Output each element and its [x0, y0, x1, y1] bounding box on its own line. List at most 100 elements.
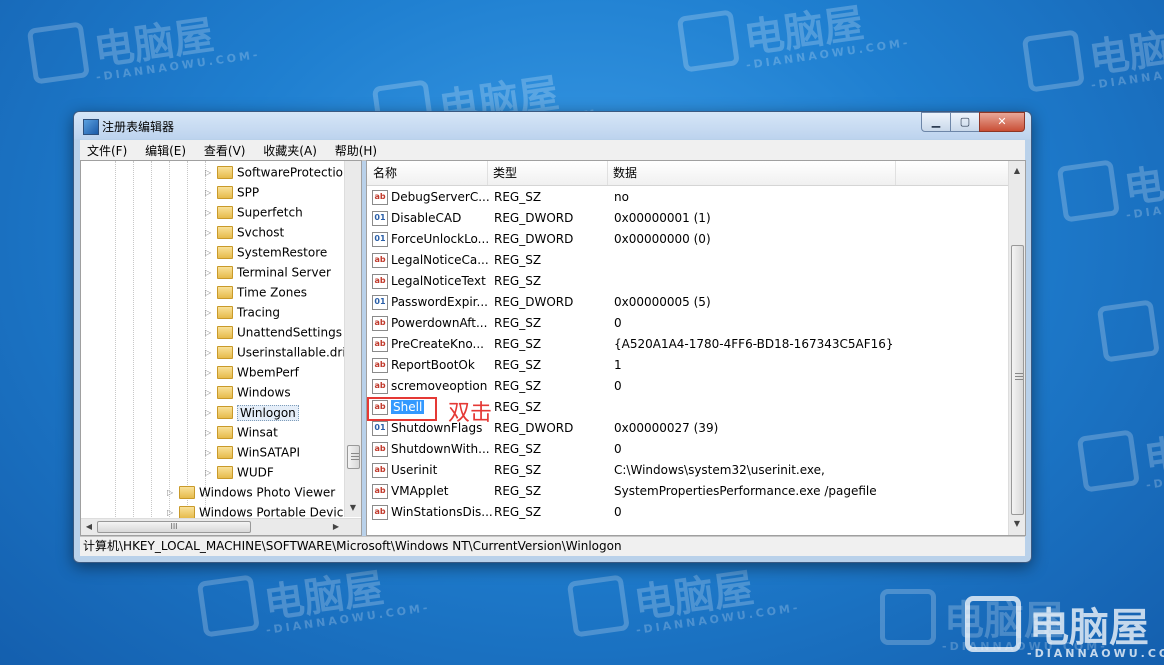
list-scroll-down-arrow[interactable]: ▼	[1010, 517, 1024, 531]
expand-arrow-icon[interactable]: ▷	[205, 264, 217, 282]
value-row[interactable]: ab scremoveoption REG_SZ 0	[367, 376, 1007, 397]
value-row[interactable]: ab PowerdownAft... REG_SZ 0	[367, 313, 1007, 334]
expand-arrow-icon[interactable]: ▷	[205, 204, 217, 222]
folder-icon	[217, 246, 233, 259]
tree-item[interactable]: ▷ UnattendSettings	[205, 323, 342, 341]
expand-arrow-icon[interactable]: ▷	[205, 364, 217, 382]
tree-item[interactable]: ▷ WbemPerf	[205, 363, 299, 381]
expand-arrow-icon[interactable]: ▷	[205, 444, 217, 462]
menu-file[interactable]: 文件(F)	[80, 140, 134, 161]
expand-arrow-icon[interactable]: ▷	[205, 464, 217, 482]
tree-scroll-thumb[interactable]	[347, 445, 360, 469]
expand-arrow-icon[interactable]: ▷	[205, 304, 217, 322]
folder-icon	[217, 166, 233, 179]
value-row[interactable]: 01 ForceUnlockLo... REG_DWORD 0x00000000 (0…	[367, 229, 1007, 250]
folder-icon	[217, 206, 233, 219]
value-name: ShutdownWith...	[391, 442, 490, 456]
expand-arrow-icon[interactable]: ▷	[205, 344, 217, 362]
tree-item[interactable]: ▷ Windows	[205, 383, 291, 401]
expand-arrow-icon[interactable]: ▷	[205, 164, 217, 182]
tree-item[interactable]: ▷ SystemRestore	[205, 243, 327, 261]
value-row[interactable]: ab PreCreateKno... REG_SZ {A520A1A4-1780-4F…	[367, 334, 1007, 355]
value-data: {A520A1A4-1780-4FF6-BD18-167343C5AF16}	[614, 337, 894, 351]
tree-item[interactable]: ▷ Winsat	[205, 423, 278, 441]
tree-item[interactable]: ▷ Terminal Server	[205, 263, 331, 281]
tree-item[interactable]: ▷ Svchost	[205, 223, 284, 241]
value-row[interactable]: 01 DisableCAD REG_DWORD 0x00000001 (1)	[367, 208, 1007, 229]
watermark-logo: 电脑屋-DIANNAOWU.COM-	[1021, 4, 1164, 100]
tree-item[interactable]: ▷ Winlogon	[205, 403, 299, 421]
tree-item[interactable]: ▷ Superfetch	[205, 203, 303, 221]
list-scroll-thumb[interactable]	[1011, 245, 1024, 515]
value-row[interactable]: ab ReportBootOk REG_SZ 1	[367, 355, 1007, 376]
tree-scroll-right-arrow[interactable]: ▶	[329, 520, 343, 534]
tree-item[interactable]: ▷ Userinstallable.dri	[205, 343, 346, 361]
value-name: PasswordExpir...	[391, 295, 488, 309]
expand-arrow-icon[interactable]: ▷	[167, 484, 179, 502]
string-value-icon: ab	[372, 274, 388, 289]
expand-arrow-icon[interactable]: ▷	[205, 324, 217, 342]
tree-item-label: WbemPerf	[237, 365, 299, 380]
expand-arrow-icon[interactable]: ▷	[205, 424, 217, 442]
tree-scroll-down-arrow[interactable]: ▼	[346, 501, 360, 515]
value-row[interactable]: ab Userinit REG_SZ C:\Windows\system32\user…	[367, 460, 1007, 481]
value-row[interactable]: ab WinStationsDis... REG_SZ 0	[367, 502, 1007, 523]
column-data-header[interactable]: 数据	[607, 161, 896, 185]
tree-vertical-scrollbar[interactable]: ▼	[344, 161, 361, 517]
menu-help[interactable]: 帮助(H)	[328, 140, 384, 161]
tree-item[interactable]: ▷ SoftwareProtectio	[205, 163, 343, 181]
column-name-header[interactable]: 名称	[367, 161, 488, 185]
value-row[interactable]: ab LegalNoticeCa... REG_SZ	[367, 250, 1007, 271]
menu-edit[interactable]: 编辑(E)	[138, 140, 193, 161]
value-row[interactable]: ab DebugServerC... REG_SZ no	[367, 187, 1007, 208]
expand-arrow-icon[interactable]: ▷	[205, 384, 217, 402]
maximize-button[interactable]: ▢	[950, 112, 980, 132]
expand-arrow-icon[interactable]: ▷	[205, 244, 217, 262]
column-type-header[interactable]: 类型	[487, 161, 608, 185]
dword-value-icon: 01	[372, 295, 388, 310]
list-scroll-up-arrow[interactable]: ▲	[1010, 164, 1024, 178]
minimize-button[interactable]: ▁	[921, 112, 951, 132]
value-row[interactable]: 01 PasswordExpir... REG_DWORD 0x00000005 (5…	[367, 292, 1007, 313]
folder-icon	[217, 406, 233, 419]
tree-item[interactable]: ▷ SPP	[205, 183, 259, 201]
menu-view[interactable]: 查看(V)	[197, 140, 253, 161]
title-bar[interactable]: 注册表编辑器 ▁ ▢ ✕	[74, 112, 1031, 139]
list-vertical-scrollbar[interactable]: ▲ ▼	[1008, 161, 1025, 535]
tree-item[interactable]: ▷ Windows Photo Viewer	[167, 483, 335, 501]
expand-arrow-icon[interactable]: ▷	[205, 184, 217, 202]
dword-value-icon: 01	[372, 421, 388, 436]
tree-item[interactable]: ▷ WinSATAPI	[205, 443, 300, 461]
tree-item[interactable]: ▷ WUDF	[205, 463, 274, 481]
registry-tree[interactable]: ▷ SoftwareProtectio ▷ SPP ▷ Superfetch ▷ Svchos…	[80, 160, 362, 536]
tree-item[interactable]: ▷ Tracing	[205, 303, 280, 321]
tree-item-label: Terminal Server	[237, 265, 331, 280]
value-type: REG_DWORD	[494, 421, 574, 435]
value-type: REG_DWORD	[494, 232, 574, 246]
folder-icon	[217, 266, 233, 279]
folder-icon	[217, 446, 233, 459]
value-name: PreCreateKno...	[391, 337, 484, 351]
tree-scroll-left-arrow[interactable]: ◀	[82, 520, 96, 534]
close-button[interactable]: ✕	[979, 112, 1025, 132]
expand-arrow-icon[interactable]: ▷	[205, 404, 217, 422]
watermark-logo: 电脑屋-DIANNAOWU.COM-	[1076, 404, 1164, 500]
tree-hscroll-thumb[interactable]: III	[97, 521, 251, 533]
menu-favorites[interactable]: 收藏夹(A)	[256, 140, 324, 161]
value-row[interactable]: ab VMApplet REG_SZ SystemPropertiesPerforma…	[367, 481, 1007, 502]
status-bar-path: 计算机\HKEY_LOCAL_MACHINE\SOFTWARE\Microsof…	[80, 536, 1025, 556]
value-type: REG_SZ	[494, 379, 542, 393]
watermark-logo: 电脑屋-DIANNAOWU.COM-	[196, 549, 431, 645]
value-row[interactable]: ab LegalNoticeText REG_SZ	[367, 271, 1007, 292]
value-row[interactable]: ab ShutdownWith... REG_SZ 0	[367, 439, 1007, 460]
tree-hscroll-grip: III	[170, 522, 178, 531]
regedit-icon	[83, 119, 99, 135]
folder-icon	[217, 426, 233, 439]
expand-arrow-icon[interactable]: ▷	[205, 224, 217, 242]
tree-horizontal-scrollbar[interactable]: ◀ III ▶	[81, 518, 361, 535]
values-list[interactable]: 名称 类型 数据 ab DebugServerC... REG_SZ no 01 Disa…	[366, 160, 1026, 536]
value-type: REG_SZ	[494, 400, 542, 414]
tree-item-label: UnattendSettings	[237, 325, 342, 340]
expand-arrow-icon[interactable]: ▷	[205, 284, 217, 302]
tree-item[interactable]: ▷ Time Zones	[205, 283, 307, 301]
